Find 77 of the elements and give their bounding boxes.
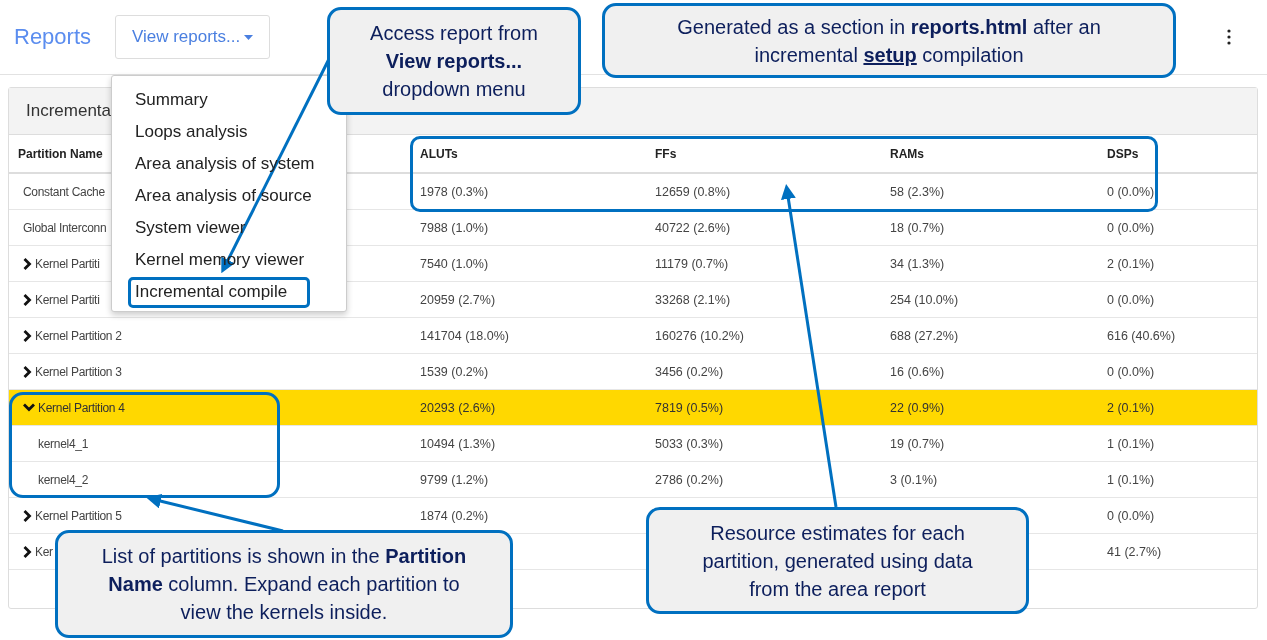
table-cell: Constant Cache	[23, 184, 105, 199]
menu-item[interactable]: Summary	[135, 87, 208, 113]
table-cell: 0 (0.0%)	[1107, 364, 1155, 379]
column-header[interactable]: DSPs	[1098, 146, 1257, 161]
caret-icon	[244, 34, 254, 40]
table-cell: 16 (0.6%)	[890, 364, 945, 379]
menu-item[interactable]: Incremental compile	[135, 279, 288, 305]
menu-item[interactable]: Area analysis of source	[135, 183, 312, 209]
column-header[interactable]: RAMs	[881, 146, 1098, 161]
callout-text: Generated as a section in reports.html after an incremental setup compilation	[676, 14, 1102, 68]
table-cell: 33268 (2.1%)	[655, 292, 731, 307]
table-cell: 40722 (2.6%)	[655, 220, 731, 235]
table-cell: 0 (0.0%)	[1107, 220, 1155, 235]
table-cell: Ker	[35, 544, 53, 559]
table-cell: Kernel Partition 4	[38, 400, 125, 415]
table-cell: Global Interconn	[23, 220, 107, 235]
table-cell: 141704 (18.0%)	[420, 328, 509, 343]
table-row[interactable]: Kernel Partition 4 20293 (2.6%) 7819 (0.5%) 22 (0.9%) 2 (0.1%)	[9, 390, 1257, 426]
table-cell: 20293 (2.6%)	[420, 400, 496, 415]
table-cell: 1539 (0.2%)	[420, 364, 489, 379]
table-cell: 1 (0.1%)	[1107, 472, 1155, 487]
table-cell: 2 (0.1%)	[1107, 256, 1155, 271]
table-cell: Kernel Partiti	[35, 292, 100, 307]
table-cell: 7540 (1.0%)	[420, 256, 489, 271]
table-cell: 1 (0.1%)	[1107, 436, 1155, 451]
chevron-right-icon[interactable]	[23, 545, 32, 558]
table-cell: 9799 (1.2%)	[420, 472, 489, 487]
callout-text: Access report from View reports... dropdown menu	[369, 21, 539, 102]
table-cell: 7819 (0.5%)	[655, 400, 724, 415]
table-cell: 5033 (0.3%)	[655, 436, 724, 451]
table-cell: Kernel Partiti	[35, 256, 100, 271]
table-cell: 0 (0.0%)	[1107, 292, 1155, 307]
table-row[interactable]: kernel4_1 10494 (1.3%) 5033 (0.3%) 19 (0.7%) 1 (0.1%)	[9, 426, 1257, 462]
table-cell: 22 (0.9%)	[890, 400, 945, 415]
column-header[interactable]: FFs	[646, 146, 881, 161]
table-cell: 34 (1.3%)	[890, 256, 945, 271]
chevron-right-icon[interactable]	[23, 329, 32, 342]
callout-text: List of partitions is shown in the Partition Name column. Expand each partition to view the kernels inside.	[100, 544, 468, 625]
table-cell: 19 (0.7%)	[890, 436, 945, 451]
table-cell: 0 (0.0%)	[1107, 508, 1155, 523]
table-cell: 2 (0.1%)	[1107, 400, 1155, 415]
chevron-right-icon[interactable]	[23, 509, 32, 522]
column-header[interactable]: ALUTs	[411, 146, 646, 161]
table-cell: 160276 (10.2%)	[655, 328, 744, 343]
table-cell: 688 (27.2%)	[890, 328, 959, 343]
chevron-right-icon[interactable]	[23, 365, 32, 378]
table-row[interactable]: Kernel Partition 2 141704 (18.0%) 160276 (10.2%) 688 (27.2%) 616 (40.6%)	[9, 318, 1257, 354]
table-cell: 18 (0.7%)	[890, 220, 945, 235]
table-row[interactable]: kernel4_2 9799 (1.2%) 2786 (0.2%) 3 (0.1%) 1 (0.1%)	[9, 462, 1257, 498]
table-cell: 254 (10.0%)	[890, 292, 959, 307]
table-cell: 3456 (0.2%)	[655, 364, 724, 379]
table-cell: 10494 (1.3%)	[420, 436, 496, 451]
table-cell: kernel4_2	[38, 472, 88, 487]
chevron-right-icon[interactable]	[23, 257, 32, 270]
table-cell: 3 (0.1%)	[890, 472, 938, 487]
table-cell: 0 (0.0%)	[1107, 184, 1155, 199]
chevron-right-icon[interactable]	[23, 293, 32, 306]
more-options-icon[interactable]	[1227, 29, 1231, 45]
table-cell: kernel4_1	[38, 436, 88, 451]
table-cell: 7988 (1.0%)	[420, 220, 489, 235]
view-reports-dropdown[interactable]: View reports...	[115, 15, 271, 59]
table-cell: 11179 (0.7%)	[655, 256, 729, 271]
menu-item[interactable]: Loops analysis	[135, 119, 248, 145]
table-cell: 12659 (0.8%)	[655, 184, 731, 199]
table-cell: 616 (40.6%)	[1107, 328, 1176, 343]
table-cell: Kernel Partition 2	[35, 328, 122, 343]
table-cell: 1874 (0.2%)	[420, 508, 489, 523]
table-cell: Kernel Partition 5	[35, 508, 122, 523]
table-cell: 58 (2.3%)	[890, 184, 945, 199]
chevron-down-icon[interactable]	[23, 403, 35, 412]
table-cell: 41 (2.7%)	[1107, 544, 1162, 559]
table-cell: Kernel Partition 3	[35, 364, 122, 379]
table-cell: 20959 (2.7%)	[420, 292, 496, 307]
table-cell: 2786 (0.2%)	[655, 472, 724, 487]
table-cell: 1978 (0.3%)	[420, 184, 489, 199]
reports-title: Reports	[14, 24, 92, 50]
panel-title: Incrementa	[26, 101, 112, 121]
